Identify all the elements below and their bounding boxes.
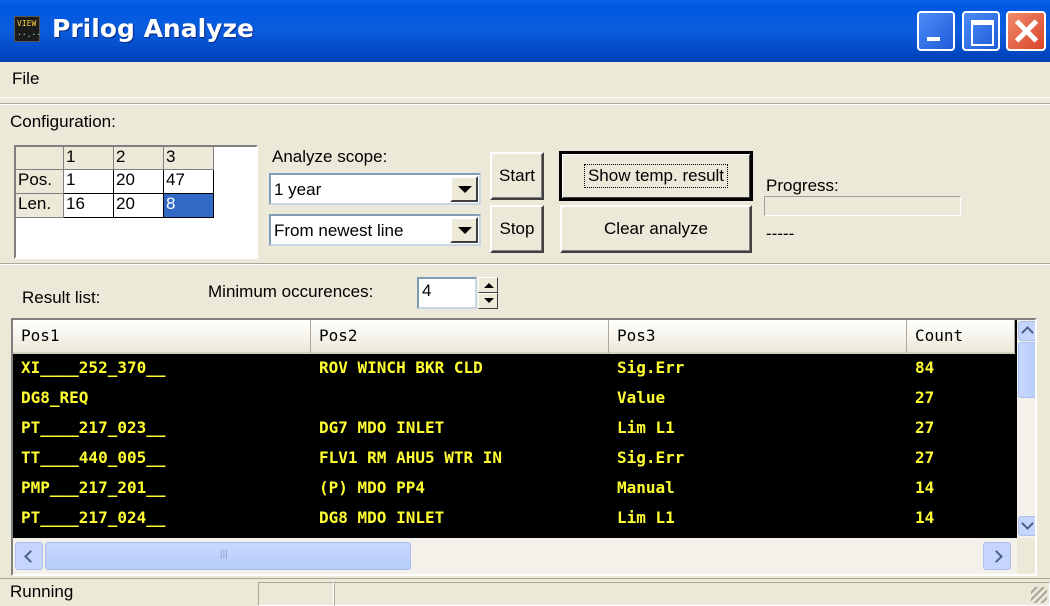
- table-row[interactable]: PT____217_024__ DG8 MDO INLET Lim L1 14: [13, 505, 1015, 530]
- cell-pos1: PT____217_024__: [21, 508, 166, 527]
- table-row[interactable]: XI____252_370__ ROV WINCH BKR CLD Sig.Err 8…: [13, 355, 1015, 380]
- maximize-button[interactable]: [962, 11, 1000, 51]
- list-header: Pos1 Pos2 Pos3 Count: [13, 320, 1015, 354]
- title-bar[interactable]: VIEW ··.·· Prilog Analyze: [0, 0, 1050, 62]
- cell-pos3: Lim L1: [617, 418, 675, 437]
- scope-period-value: 1 year: [274, 180, 322, 199]
- grid-col-header: 1: [64, 147, 114, 170]
- spin-down-icon[interactable]: [478, 293, 498, 309]
- vertical-scroll-thumb[interactable]: [1018, 342, 1035, 398]
- vertical-scrollbar[interactable]: [1017, 320, 1035, 538]
- cell-count: 14: [915, 478, 935, 497]
- analyze-scope-label: Analyze scope:: [272, 147, 388, 166]
- minimize-button[interactable]: [917, 11, 955, 51]
- table-row[interactable]: PT____217_023__ DG7 MDO INLET Lim L1 27: [13, 415, 1015, 440]
- horizontal-scroll-thumb[interactable]: [45, 542, 411, 570]
- menu-bar: File: [0, 62, 1050, 98]
- result-list-label: Result list:: [22, 288, 101, 307]
- close-button[interactable]: [1006, 11, 1046, 51]
- table-row[interactable]: TT____440_005__ FLV1 RM AHU5 WTR IN Sig.Er…: [13, 445, 1015, 470]
- separator: [0, 263, 1050, 265]
- chevron-down-icon[interactable]: [450, 217, 478, 243]
- grid-cell-pos-2[interactable]: 20: [114, 170, 164, 194]
- cell-count: 27: [915, 448, 935, 467]
- cell-pos3: Lim L1: [617, 508, 675, 527]
- cell-pos3: Manual: [617, 478, 675, 497]
- grid-cell-pos-1[interactable]: 1: [64, 170, 114, 194]
- separator: [0, 103, 1050, 105]
- configuration-grid[interactable]: 1 2 3 Pos. 1 20 47 Len. 16 20 8: [14, 145, 258, 259]
- status-panel: [334, 582, 1050, 606]
- cell-pos1: DG8_REQ: [21, 388, 89, 407]
- grid-cell-pos-3[interactable]: 47: [164, 170, 214, 194]
- grid-row-header: Pos.: [16, 170, 64, 194]
- start-button[interactable]: Start: [490, 152, 544, 200]
- minimum-occurences-label: Minimum occurences:: [208, 282, 374, 301]
- grid-cell-len-1[interactable]: 16: [64, 194, 114, 218]
- spin-up-icon[interactable]: [478, 277, 498, 293]
- stop-button[interactable]: Stop: [490, 205, 544, 253]
- app-icon[interactable]: VIEW ··.··: [14, 16, 41, 42]
- window-title: Prilog Analyze: [52, 14, 254, 43]
- column-header-pos1[interactable]: Pos1: [13, 320, 311, 354]
- cell-pos2: FLV1 RM AHU5 WTR IN: [319, 448, 503, 467]
- progress-value: -----: [766, 224, 795, 243]
- scroll-down-icon[interactable]: [1018, 516, 1035, 536]
- column-header-count[interactable]: Count: [907, 320, 1015, 354]
- scroll-left-icon[interactable]: [15, 542, 43, 570]
- cell-count: 27: [915, 388, 935, 407]
- grid-cell-len-3-selected[interactable]: 8: [164, 194, 214, 218]
- progress-label: Progress:: [766, 176, 839, 195]
- column-header-pos3[interactable]: Pos3: [609, 320, 907, 354]
- scope-direction-value: From newest line: [274, 221, 404, 240]
- cell-pos2: DG8 MDO INLET: [319, 508, 445, 527]
- cell-count: 27: [915, 418, 935, 437]
- show-temp-result-label: Show temp. result: [583, 164, 729, 188]
- cell-pos2: DG7 MDO INLET: [319, 418, 445, 437]
- chevron-down-icon[interactable]: [450, 176, 478, 202]
- cell-pos1: PMP___217_201__: [21, 478, 166, 497]
- grid-col-header: 3: [164, 147, 214, 170]
- resize-grip-icon[interactable]: [1031, 587, 1047, 603]
- show-temp-result-button[interactable]: Show temp. result: [559, 151, 753, 201]
- cell-pos3: Sig.Err: [617, 358, 685, 377]
- status-text: Running: [10, 582, 74, 601]
- cell-pos2: ROV WINCH BKR CLD: [319, 358, 483, 377]
- scroll-up-icon[interactable]: [1018, 321, 1035, 341]
- clear-analyze-button[interactable]: Clear analyze: [560, 205, 752, 253]
- cell-pos3: Value: [617, 388, 666, 407]
- configuration-label: Configuration:: [10, 112, 116, 131]
- scrollbar-corner: [1017, 538, 1035, 574]
- column-header-pos2[interactable]: Pos2: [311, 320, 609, 354]
- menu-file[interactable]: File: [12, 69, 39, 89]
- scroll-right-icon[interactable]: [983, 542, 1011, 570]
- horizontal-scrollbar[interactable]: [13, 538, 1035, 574]
- minimum-occurences-input[interactable]: 4: [417, 277, 477, 309]
- table-row[interactable]: PMP___217_201__ (P) MDO PP4 Manual 14: [13, 475, 1015, 500]
- status-panel: [258, 582, 334, 606]
- grid-corner: [16, 147, 64, 170]
- grid-row-header: Len.: [16, 194, 64, 218]
- grid-cell-len-2[interactable]: 20: [114, 194, 164, 218]
- cell-count: 14: [915, 508, 935, 527]
- progress-bar: [764, 196, 961, 216]
- cell-pos2: (P) MDO PP4: [319, 478, 425, 497]
- cell-pos3: Sig.Err: [617, 448, 685, 467]
- cell-pos1: PT____217_023__: [21, 418, 166, 437]
- status-bar: Running: [0, 578, 1050, 606]
- cell-count: 84: [915, 358, 935, 377]
- scope-direction-dropdown[interactable]: From newest line: [269, 214, 481, 246]
- result-list[interactable]: Pos1 Pos2 Pos3 Count XI____252_370__ ROV …: [11, 318, 1037, 576]
- scope-period-dropdown[interactable]: 1 year: [269, 173, 481, 205]
- cell-pos1: TT____440_005__: [21, 448, 166, 467]
- grid-col-header: 2: [114, 147, 164, 170]
- cell-pos1: XI____252_370__: [21, 358, 166, 377]
- table-row[interactable]: DG8_REQ Value 27: [13, 385, 1015, 410]
